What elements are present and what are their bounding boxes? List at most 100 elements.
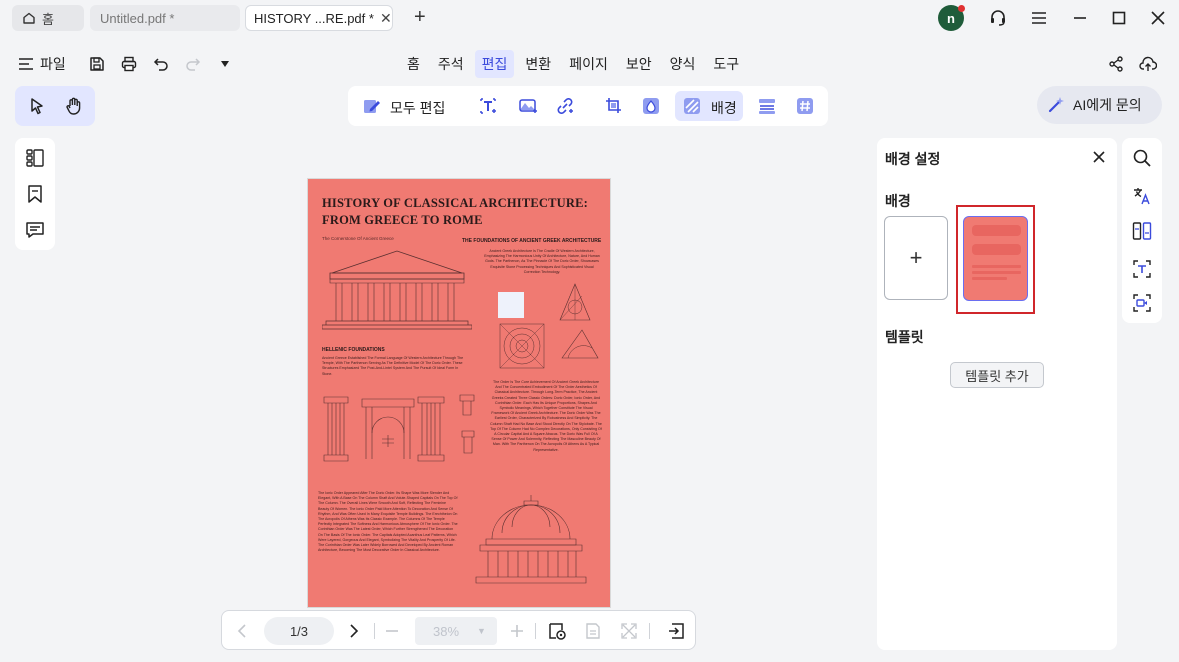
background-section-label: 배경: [885, 193, 911, 209]
hand-pan-icon[interactable]: [64, 96, 84, 116]
zoom-out-icon[interactable]: [382, 621, 402, 641]
document-page[interactable]: HISTORY OF CLASSICAL ARCHITECTURE: FROM …: [307, 178, 611, 608]
ocr-scan-icon[interactable]: [1132, 259, 1152, 279]
zoom-dropdown-icon: ▼: [477, 626, 486, 636]
light-square-illustration: [498, 292, 524, 318]
tab-convert[interactable]: 변환: [518, 50, 558, 78]
background-label[interactable]: 배경: [711, 98, 737, 118]
tab-annotate[interactable]: 주석: [431, 50, 471, 78]
previous-page-icon[interactable]: [232, 621, 252, 641]
paragraph-hellenic: Ancient Greece Established The Formal La…: [322, 356, 464, 376]
panel-close-icon[interactable]: [1089, 147, 1109, 167]
ask-ai-button[interactable]: AI에게 문의: [1037, 86, 1162, 124]
maximize-icon[interactable]: [1109, 8, 1129, 28]
paragraph-ionic: The Ionic Order Appeared After The Doric…: [318, 491, 458, 553]
add-image-icon[interactable]: [518, 96, 538, 116]
tab-home-label: 홈: [42, 11, 54, 27]
right-tool-strip: [1122, 138, 1162, 323]
page-indicator[interactable]: 1/3: [264, 617, 334, 645]
crop-page-icon[interactable]: [604, 96, 624, 116]
list-menu-icon: [18, 57, 34, 71]
triangle-diagram: [558, 282, 592, 322]
heading-hellenic: HELLENIC FOUNDATIONS: [322, 347, 385, 353]
parthenon-illustration: [322, 243, 472, 333]
add-background-button[interactable]: +: [884, 216, 948, 300]
zoom-in-icon[interactable]: [507, 621, 527, 641]
home-icon: [22, 11, 36, 25]
notification-dot: [958, 5, 965, 12]
separator: [649, 623, 650, 639]
thumbnails-icon[interactable]: [25, 148, 45, 168]
tab-tools[interactable]: 도구: [706, 50, 746, 78]
paragraph-orders: The Order Is The Core Achievement Of Anc…: [490, 380, 602, 452]
ribbon-tabs: 홈 주석 편집 변환 페이지 보안 양식 도구: [400, 50, 746, 78]
redo-icon[interactable]: [183, 54, 203, 74]
new-tab-icon[interactable]: +: [414, 7, 426, 27]
watermark-icon[interactable]: [641, 96, 661, 116]
add-template-button[interactable]: 템플릿 추가: [950, 362, 1044, 388]
background-thumbnail[interactable]: [963, 216, 1028, 301]
read-mode-icon[interactable]: [547, 621, 567, 641]
search-icon[interactable]: [1132, 148, 1152, 168]
quick-access-dropdown-icon[interactable]: [215, 54, 235, 74]
document-title: HISTORY OF CLASSICAL ARCHITECTURE: FROM …: [322, 196, 589, 227]
add-link-icon[interactable]: [555, 96, 575, 116]
file-menu[interactable]: 파일: [18, 54, 66, 74]
ai-sparkle-icon: [1047, 96, 1065, 114]
tab-untitled-label: Untitled.pdf *: [100, 10, 175, 26]
tab-history-document[interactable]: HISTORY ...RE.pdf * ✕: [245, 5, 393, 31]
separator: [374, 623, 375, 639]
tab-history-label: HISTORY ...RE.pdf *: [254, 10, 374, 26]
tab-form[interactable]: 양식: [663, 50, 703, 78]
template-section-label: 템플릿: [885, 329, 924, 345]
title-bar: 홈 Untitled.pdf * HISTORY ...RE.pdf * ✕ +…: [0, 0, 1179, 36]
edit-all-icon[interactable]: [362, 96, 382, 116]
menu-bar: 파일 홈 주석 편집 변환 페이지 보안 양식 도구: [0, 44, 1179, 82]
file-menu-label: 파일: [40, 56, 66, 72]
bookmark-icon[interactable]: [25, 184, 45, 204]
tab-home-ribbon[interactable]: 홈: [400, 50, 427, 78]
headset-icon[interactable]: [988, 8, 1008, 28]
translate-icon[interactable]: [1132, 186, 1152, 206]
tab-close-icon[interactable]: ✕: [380, 10, 392, 27]
add-text-icon[interactable]: [478, 96, 498, 116]
circle-diagram: [498, 322, 546, 370]
ask-ai-label: AI에게 문의: [1073, 97, 1142, 113]
comments-icon[interactable]: [25, 220, 45, 240]
edit-all-label[interactable]: 모두 편집: [390, 98, 445, 118]
arc-diagram: [558, 324, 602, 364]
heading-greek-foundations: THE FOUNDATIONS OF ANCIENT GREEK ARCHITE…: [462, 238, 602, 244]
minimize-icon[interactable]: [1070, 8, 1090, 28]
fit-page-icon[interactable]: [583, 621, 603, 641]
screen-record-icon[interactable]: [1132, 293, 1152, 313]
compare-icon[interactable]: [1132, 221, 1152, 241]
collapse-panel-icon[interactable]: [666, 621, 686, 641]
undo-icon[interactable]: [151, 54, 171, 74]
background-thumbnail-selected[interactable]: [956, 205, 1035, 314]
background-settings-panel: 배경 설정 배경 + 템플릿 템플릿 추가: [877, 138, 1117, 650]
hamburger-menu-icon[interactable]: [1029, 8, 1049, 28]
share-icon[interactable]: [1106, 54, 1126, 74]
tab-edit[interactable]: 편집: [474, 50, 515, 78]
page-navigation-bar: 1/3 38% ▼: [221, 610, 696, 650]
close-window-icon[interactable]: [1148, 8, 1168, 28]
document-subtitle: The Cornerstone Of Ancient Greece: [322, 236, 394, 241]
tab-page[interactable]: 페이지: [562, 50, 615, 78]
tab-untitled[interactable]: Untitled.pdf *: [90, 5, 240, 31]
cloud-upload-icon[interactable]: [1138, 54, 1158, 74]
save-icon[interactable]: [87, 54, 107, 74]
columns-illustration: [322, 393, 482, 463]
dome-illustration: [472, 493, 590, 585]
fullscreen-icon[interactable]: [619, 621, 639, 641]
background-icon[interactable]: [682, 96, 702, 116]
panel-title: 배경 설정: [885, 151, 941, 167]
print-icon[interactable]: [119, 54, 139, 74]
header-footer-icon[interactable]: [757, 96, 777, 116]
tab-security[interactable]: 보안: [619, 50, 659, 78]
select-cursor-icon[interactable]: [27, 96, 47, 116]
bates-number-icon[interactable]: [795, 96, 815, 116]
next-page-icon[interactable]: [344, 621, 364, 641]
selection-tools: [15, 86, 95, 126]
tab-home[interactable]: 홈: [12, 5, 84, 31]
zoom-level-select[interactable]: 38% ▼: [415, 617, 497, 645]
